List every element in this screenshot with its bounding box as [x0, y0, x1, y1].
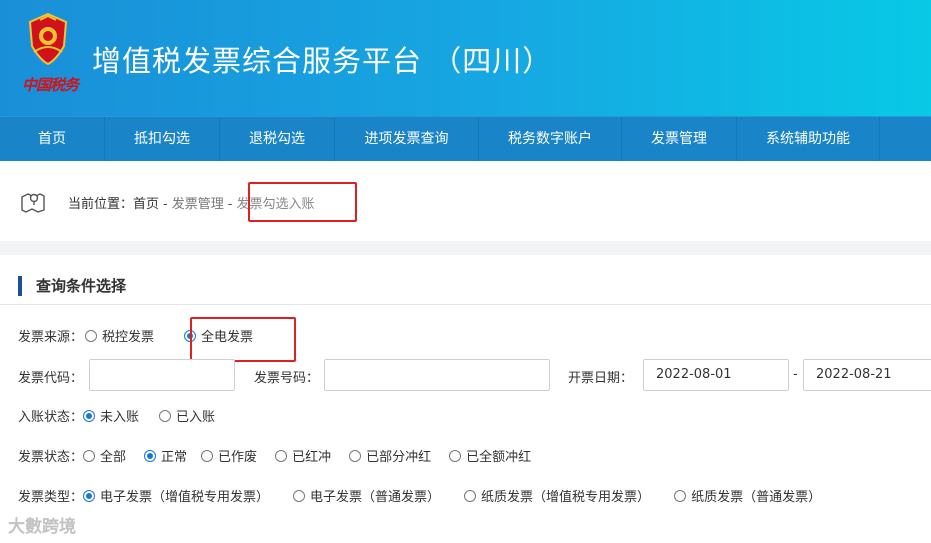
issue-date-to-input[interactable]: 2022-08-21 — [803, 359, 931, 391]
location-map-icon — [21, 193, 45, 213]
nav-item[interactable]: 首页 — [0, 117, 105, 162]
entry-status-row: 入账状态： 未入账 已入账 — [18, 406, 229, 425]
radio-option-label: 纸质发票（普通发票） — [691, 490, 822, 505]
main-nav: 首页 抵扣勾选 退税勾选 进项发票查询 税务数字账户 发票管理 系统辅助功能 — [0, 116, 931, 162]
nav-item[interactable]: 进项发票查询 — [335, 117, 479, 162]
radio-option-label: 已部分冲红 — [366, 450, 432, 465]
radio-option[interactable]: 全部 — [83, 446, 126, 465]
radio-option[interactable]: 已全额冲红 — [449, 446, 531, 465]
site-title: 增值税发票综合服务平台 （四川） — [92, 44, 553, 78]
invoice-source-label: 发票来源： — [18, 330, 84, 345]
radio-option-label: 已全额冲红 — [466, 450, 532, 465]
radio-option[interactable]: 电子发票（普通发票） — [293, 486, 440, 505]
radio-option[interactable]: 纸质发票（普通发票） — [674, 486, 821, 505]
date-range-separator: - — [793, 367, 798, 382]
issue-date-from-input[interactable]: 2022-08-01 — [643, 359, 789, 391]
radio-option-label: 未入账 — [100, 410, 140, 425]
invoice-number-label: 发票号码： — [254, 371, 320, 386]
radio-unchecked-icon[interactable] — [674, 489, 687, 502]
radio-option[interactable]: 已红冲 — [275, 446, 331, 465]
radio-option[interactable]: 税控发票 — [85, 326, 154, 345]
nav-item[interactable]: 系统辅助功能 — [737, 117, 880, 162]
radio-unchecked-icon[interactable] — [449, 449, 462, 462]
tax-emblem-logo: 中国税务 — [18, 12, 80, 98]
panel-title: 查询条件选择 — [18, 276, 126, 296]
radio-checked-icon[interactable] — [144, 449, 157, 462]
invoice-type-label: 发票类型： — [18, 490, 84, 505]
radio-option[interactable]: 未入账 — [83, 406, 139, 425]
radio-checked-icon[interactable] — [83, 409, 96, 422]
nav-item[interactable]: 发票管理 — [622, 117, 737, 162]
radio-option-label: 全部 — [100, 450, 127, 465]
radio-unchecked-icon[interactable] — [85, 329, 98, 342]
breadcrumb-separator: - — [227, 197, 233, 212]
nav-item[interactable]: 税务数字账户 — [479, 117, 622, 162]
radio-option[interactable]: 已作废 — [201, 446, 257, 465]
watermark: 大數跨境 — [8, 517, 76, 537]
radio-option[interactable]: 正常 — [144, 446, 187, 465]
radio-option-label: 纸质发票（增值税专用发票） — [481, 490, 651, 505]
radio-unchecked-icon[interactable] — [275, 449, 288, 462]
invoice-status-options: 全部 正常 已作废 已红冲 已部分冲红 已全额冲红 — [83, 446, 545, 465]
radio-unchecked-icon[interactable] — [83, 449, 96, 462]
panel-divider — [0, 304, 931, 305]
issue-date-label: 开票日期： — [568, 371, 634, 386]
radio-unchecked-icon[interactable] — [349, 449, 362, 462]
invoice-number-input[interactable] — [324, 359, 550, 391]
highlight-box-breadcrumb — [248, 182, 357, 222]
breadcrumb-area: 当前位置：首页 - 发票管理 - 发票勾选入账 — [0, 161, 931, 241]
invoice-status-label: 发票状态： — [18, 450, 84, 465]
radio-option-label: 电子发票（增值税专用发票） — [100, 490, 270, 505]
emblem-badge-icon — [28, 12, 68, 66]
radio-unchecked-icon[interactable] — [201, 449, 214, 462]
breadcrumb-invoice-management-link[interactable]: 发票管理 — [172, 197, 224, 212]
invoice-type-options: 电子发票（增值税专用发票） 电子发票（普通发票） 纸质发票（增值税专用发票） 纸质发票… — [83, 486, 835, 505]
radio-option[interactable]: 已入账 — [159, 406, 215, 425]
radio-option[interactable]: 电子发票（增值税专用发票） — [83, 486, 269, 505]
radio-option-label: 已作废 — [218, 450, 258, 465]
radio-option-label: 已入账 — [176, 410, 216, 425]
radio-unchecked-icon[interactable] — [159, 409, 172, 422]
nav-item[interactable]: 抵扣勾选 — [105, 117, 220, 162]
nav-item[interactable]: 退税勾选 — [220, 117, 335, 162]
radio-unchecked-icon[interactable] — [464, 489, 477, 502]
section-gap — [0, 241, 931, 255]
invoice-status-row: 发票状态： 全部 正常 已作废 已红冲 已部分冲红 已全额冲红 — [18, 446, 545, 465]
radio-checked-icon[interactable] — [83, 489, 96, 502]
breadcrumb-home-link[interactable]: 首页 — [133, 197, 159, 212]
radio-option-label: 税控发票 — [102, 330, 155, 345]
entry-status-label: 入账状态： — [18, 410, 84, 425]
invoice-code-input[interactable] — [89, 359, 235, 391]
breadcrumb-separator: - — [163, 197, 168, 212]
radio-option[interactable]: 已部分冲红 — [349, 446, 431, 465]
invoice-code-label: 发票代码： — [18, 371, 84, 386]
invoice-type-row: 发票类型： 电子发票（增值税专用发票） 电子发票（普通发票） 纸质发票（增值税专用发… — [18, 486, 835, 505]
radio-option[interactable]: 纸质发票（增值税专用发票） — [464, 486, 650, 505]
highlight-box-full-electronic — [190, 317, 296, 362]
radio-unchecked-icon[interactable] — [293, 489, 306, 502]
radio-option-label: 正常 — [161, 450, 188, 465]
site-header: 中国税务 增值税发票综合服务平台 （四川） — [0, 0, 931, 116]
entry-status-options: 未入账 已入账 — [83, 406, 229, 425]
radio-option-label: 电子发票（普通发票） — [310, 490, 441, 505]
radio-option-label: 已红冲 — [292, 450, 332, 465]
breadcrumb-prefix: 当前位置： — [68, 197, 134, 212]
emblem-text: 中国税务 — [22, 76, 79, 94]
